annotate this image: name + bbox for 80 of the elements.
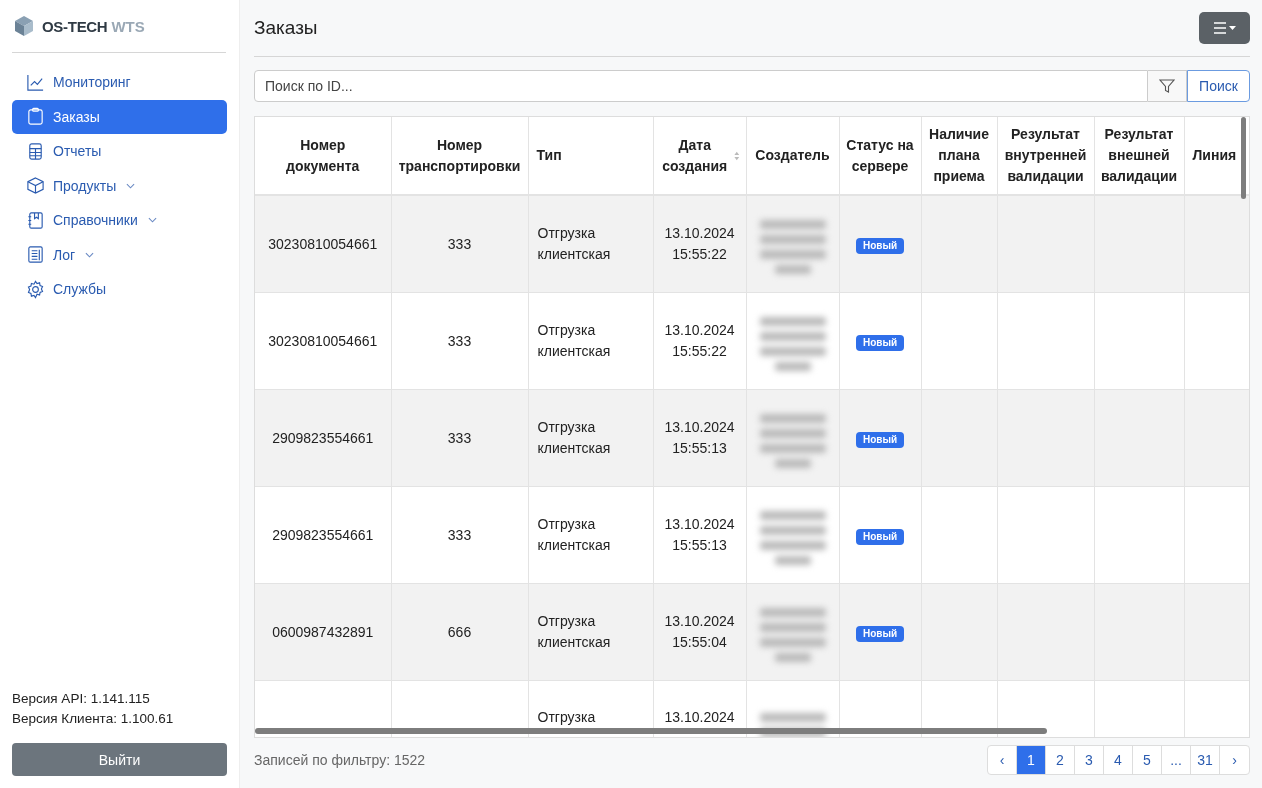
column-header: Номер транспортировки [397, 135, 522, 176]
table-cell-text: Отгрузка клиентская [537, 612, 612, 652]
table-cell: 0600987432891 [272, 623, 374, 640]
nav-item[interactable]: Мониторинг [12, 65, 227, 100]
nav-item[interactable]: Службы [12, 272, 227, 307]
cube-logo-icon [12, 14, 36, 38]
scrollbar[interactable] [1241, 117, 1246, 199]
nav-item[interactable]: Заказы [12, 99, 227, 134]
nav-item[interactable]: Отчеты [12, 134, 227, 169]
version-text: Версия API: 1.141.115 [12, 690, 151, 708]
nav-item[interactable]: Продукты [12, 168, 227, 203]
table-cell-text: 13.10.2024 15:55:04 [663, 612, 736, 652]
table-cell: 2909823554661 [272, 526, 374, 543]
page-link[interactable]: 5 [1133, 746, 1162, 774]
table-cell-text: 13.10.2024 15:55:22 [663, 224, 736, 264]
table-cell-text: Отгрузка клиентская [537, 418, 612, 458]
status-badge: Новый [855, 431, 905, 448]
filter-icon [1159, 78, 1175, 94]
settings-icon [26, 279, 45, 299]
column-header: Номер документа [285, 135, 361, 176]
table-cell-text: Отгрузка [537, 708, 597, 727]
column-header: Наличие плана приема [928, 125, 990, 186]
status-badge: Новый [855, 237, 905, 254]
page-link[interactable]: 31 [1191, 746, 1220, 774]
table-cell: 666 [447, 623, 472, 640]
column-header: Статус на сервере [845, 135, 915, 176]
table-cell-text: 13.10.2024 15:55:13 [663, 418, 736, 458]
product-name: WTS [111, 17, 145, 35]
column-header: Дата создания [661, 135, 729, 176]
column-header: Результат внешней валидации [1100, 125, 1178, 186]
status-badge: Новый [855, 528, 905, 545]
menu-icon [1213, 22, 1236, 34]
table-cell-text: Отгрузка клиентская [537, 515, 612, 555]
column-header: Создатель [755, 146, 830, 165]
calculator-icon [26, 141, 45, 161]
brand-name: OS-TECH [42, 17, 108, 35]
table-cell-text: 13.10.2024 [663, 708, 736, 727]
blurred-text [759, 220, 826, 274]
blurred-text [759, 608, 826, 662]
filter-button[interactable] [1148, 70, 1187, 102]
scrollbar[interactable] [255, 728, 1047, 734]
column-header: Результат внутренней валидации [1003, 125, 1088, 186]
menu-button[interactable] [1199, 12, 1250, 44]
chart-icon [26, 72, 45, 92]
table-cell: 2909823554661 [272, 429, 374, 446]
book-icon [26, 210, 45, 230]
document-icon [26, 245, 45, 265]
box-icon [26, 176, 45, 196]
table-cell: 30230810054661 [268, 235, 378, 252]
table-cell-text: Отгрузка клиентская [537, 321, 612, 361]
page-link[interactable]: 2 [1046, 746, 1075, 774]
search-field[interactable]: Поиск по ID... [254, 70, 1148, 102]
records-count: Записей по фильтру: 1522 [254, 752, 426, 768]
blurred-text [759, 511, 826, 565]
table-cell: 333 [447, 235, 472, 252]
table-cell: 333 [447, 526, 472, 543]
table-cell-text: 13.10.2024 15:55:22 [663, 321, 736, 361]
table-cell: 333 [447, 332, 472, 349]
table-cell: 30230810054661 [268, 332, 378, 349]
column-header: Линия [1192, 146, 1237, 165]
status-badge: Новый [855, 334, 905, 351]
blurred-text [759, 414, 826, 468]
page-link[interactable]: 4 [1104, 746, 1133, 774]
page-link[interactable]: 1 [1017, 746, 1046, 774]
page-link[interactable]: › [1220, 746, 1249, 774]
page-link[interactable]: ... [1162, 746, 1191, 774]
page-title: Заказы [254, 17, 318, 39]
page-link[interactable]: 3 [1075, 746, 1104, 774]
nav-item[interactable]: Справочники [12, 203, 227, 238]
column-header: Тип [536, 146, 562, 165]
status-badge: Новый [855, 625, 905, 642]
table-cell-text: 13.10.2024 15:55:13 [663, 515, 736, 555]
blurred-text [759, 317, 826, 371]
search-button[interactable]: Поиск [1187, 70, 1250, 102]
nav-item[interactable]: Лог [12, 237, 227, 272]
version-text: Версия Клиента: 1.100.61 [12, 710, 175, 728]
logout-button[interactable]: Выйти [12, 743, 227, 776]
clipboard-icon [26, 107, 45, 127]
table-cell: 333 [447, 429, 472, 446]
table-cell-text: Отгрузка клиентская [537, 224, 612, 264]
